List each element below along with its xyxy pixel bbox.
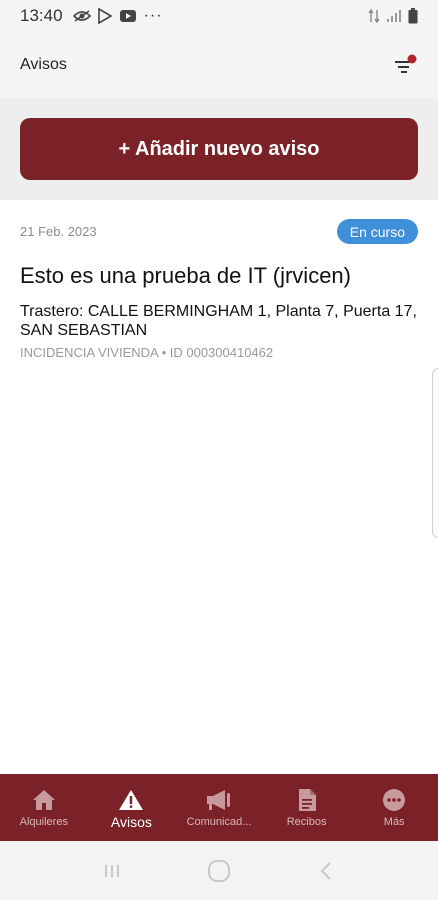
notice-card[interactable]: 21 Feb. 2023 En curso Esto es una prueba… (0, 200, 438, 375)
signal-icon (387, 10, 401, 22)
app-header: Avisos (0, 32, 438, 98)
notice-title: Esto es una prueba de IT (jrvicen) (20, 263, 351, 288)
add-section: + Añadir nuevo aviso (0, 98, 438, 200)
nav-label: Alquileres (19, 816, 68, 828)
side-pull-handle[interactable] (432, 368, 438, 538)
back-icon[interactable] (316, 861, 336, 881)
warning-icon (119, 790, 144, 810)
nav-label: Más (383, 816, 405, 828)
nav-label: Comunicad... (186, 816, 252, 828)
add-notice-button[interactable]: + Añadir nuevo aviso (20, 118, 418, 180)
more-dots-icon: ··· (143, 7, 163, 24)
page-title: Avisos (20, 56, 67, 73)
notice-address: Trastero: CALLE BERMINGHAM 1, Planta 7, … (20, 303, 417, 339)
play-store-icon (97, 8, 112, 24)
bottom-nav: Alquileres Avisos Comunicad... Recibos M… (0, 774, 438, 841)
nav-item-alquileres[interactable]: Alquileres (0, 774, 88, 841)
nav-item-mas[interactable]: Más (350, 774, 438, 841)
filter-icon (395, 54, 417, 73)
megaphone-icon (206, 790, 230, 810)
more-icon (383, 789, 406, 811)
nav-item-comunicados[interactable]: Comunicad... (175, 774, 263, 841)
document-icon (298, 789, 316, 811)
nav-label: Recibos (286, 816, 327, 828)
notice-date: 21 Feb. 2023 (20, 224, 97, 239)
status-system-icons (368, 8, 418, 24)
nav-item-recibos[interactable]: Recibos (263, 774, 351, 841)
filter-button[interactable] (392, 52, 418, 78)
eye-off-icon (72, 10, 91, 22)
recents-icon[interactable] (102, 861, 122, 881)
nav-label: Avisos (110, 814, 152, 830)
home-circle-icon[interactable] (207, 859, 231, 883)
battery-icon (408, 8, 418, 24)
youtube-icon (119, 10, 136, 22)
status-bar: 13:40 ··· (0, 0, 438, 32)
home-icon (32, 790, 55, 810)
system-nav-bar (0, 841, 438, 900)
notice-meta: INCIDENCIA VIVIENDA • ID 000300410462 (20, 345, 274, 360)
nav-item-avisos[interactable]: Avisos (88, 774, 176, 841)
status-notification-icons: ··· (72, 7, 163, 25)
status-time: 13:40 (20, 6, 63, 25)
status-badge: En curso (336, 219, 418, 244)
data-arrows-icon (368, 8, 380, 24)
